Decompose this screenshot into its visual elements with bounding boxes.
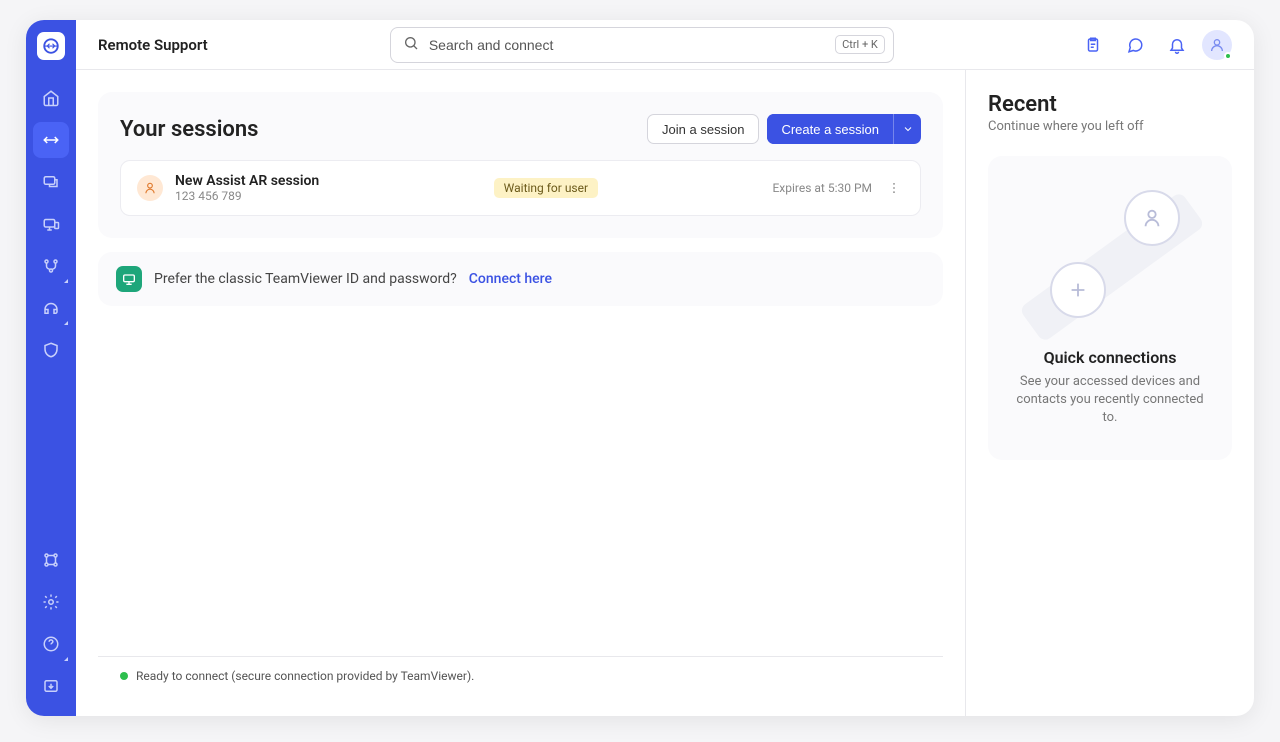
- clipboard-icon[interactable]: [1076, 28, 1110, 62]
- nav-remote-support[interactable]: [33, 122, 69, 158]
- join-session-button[interactable]: Join a session: [647, 114, 759, 144]
- search-shortcut: Ctrl + K: [835, 35, 885, 54]
- recent-heading: Recent: [988, 92, 1232, 117]
- session-row[interactable]: New Assist AR session 123 456 789 Waitin…: [120, 160, 921, 216]
- session-expires: Expires at 5:30 PM: [772, 181, 872, 195]
- create-session-dropdown[interactable]: [893, 114, 921, 144]
- nav-security[interactable]: [33, 332, 69, 368]
- nav-messages[interactable]: [33, 164, 69, 200]
- page-title: Remote Support: [98, 36, 208, 54]
- search-input[interactable]: Ctrl + K: [390, 27, 894, 63]
- app-logo[interactable]: [37, 32, 65, 60]
- quick-connections-title: Quick connections: [1008, 348, 1212, 367]
- notifications-icon[interactable]: [1160, 28, 1194, 62]
- session-type-icon: [137, 175, 163, 201]
- user-avatar[interactable]: [1202, 30, 1232, 60]
- nav-help[interactable]: [33, 626, 69, 662]
- classic-prompt-text: Prefer the classic TeamViewer ID and pas…: [154, 271, 457, 287]
- connect-here-link[interactable]: Connect here: [469, 271, 552, 287]
- session-code: 123 456 789: [175, 189, 319, 203]
- quick-connections-desc: See your accessed devices and contacts y…: [1008, 373, 1212, 428]
- user-icon: [1124, 190, 1180, 246]
- classic-mode-icon: [116, 266, 142, 292]
- quick-connections-illustration: [1020, 188, 1200, 328]
- session-status-badge: Waiting for user: [494, 178, 598, 198]
- connection-status-text: Ready to connect (secure connection prov…: [136, 669, 474, 683]
- search-field[interactable]: [429, 37, 825, 53]
- nav-workflows[interactable]: [33, 248, 69, 284]
- quick-connections-card: Quick connections See your accessed devi…: [988, 156, 1232, 460]
- nav-devices[interactable]: [33, 206, 69, 242]
- status-online-dot: [1224, 52, 1232, 60]
- nav-feedback[interactable]: [33, 668, 69, 704]
- session-more-menu[interactable]: [884, 181, 904, 195]
- nav-settings[interactable]: [33, 584, 69, 620]
- recent-subtitle: Continue where you left off: [988, 119, 1232, 134]
- session-name: New Assist AR session: [175, 173, 319, 189]
- create-session-button[interactable]: Create a session: [767, 114, 893, 144]
- plus-icon: [1050, 262, 1106, 318]
- nav-integrations[interactable]: [33, 542, 69, 578]
- chat-icon[interactable]: [1118, 28, 1152, 62]
- nav-support[interactable]: [33, 290, 69, 326]
- nav-home[interactable]: [33, 80, 69, 116]
- connection-status-dot: [120, 672, 128, 680]
- search-icon: [403, 35, 419, 55]
- sessions-heading: Your sessions: [120, 117, 258, 142]
